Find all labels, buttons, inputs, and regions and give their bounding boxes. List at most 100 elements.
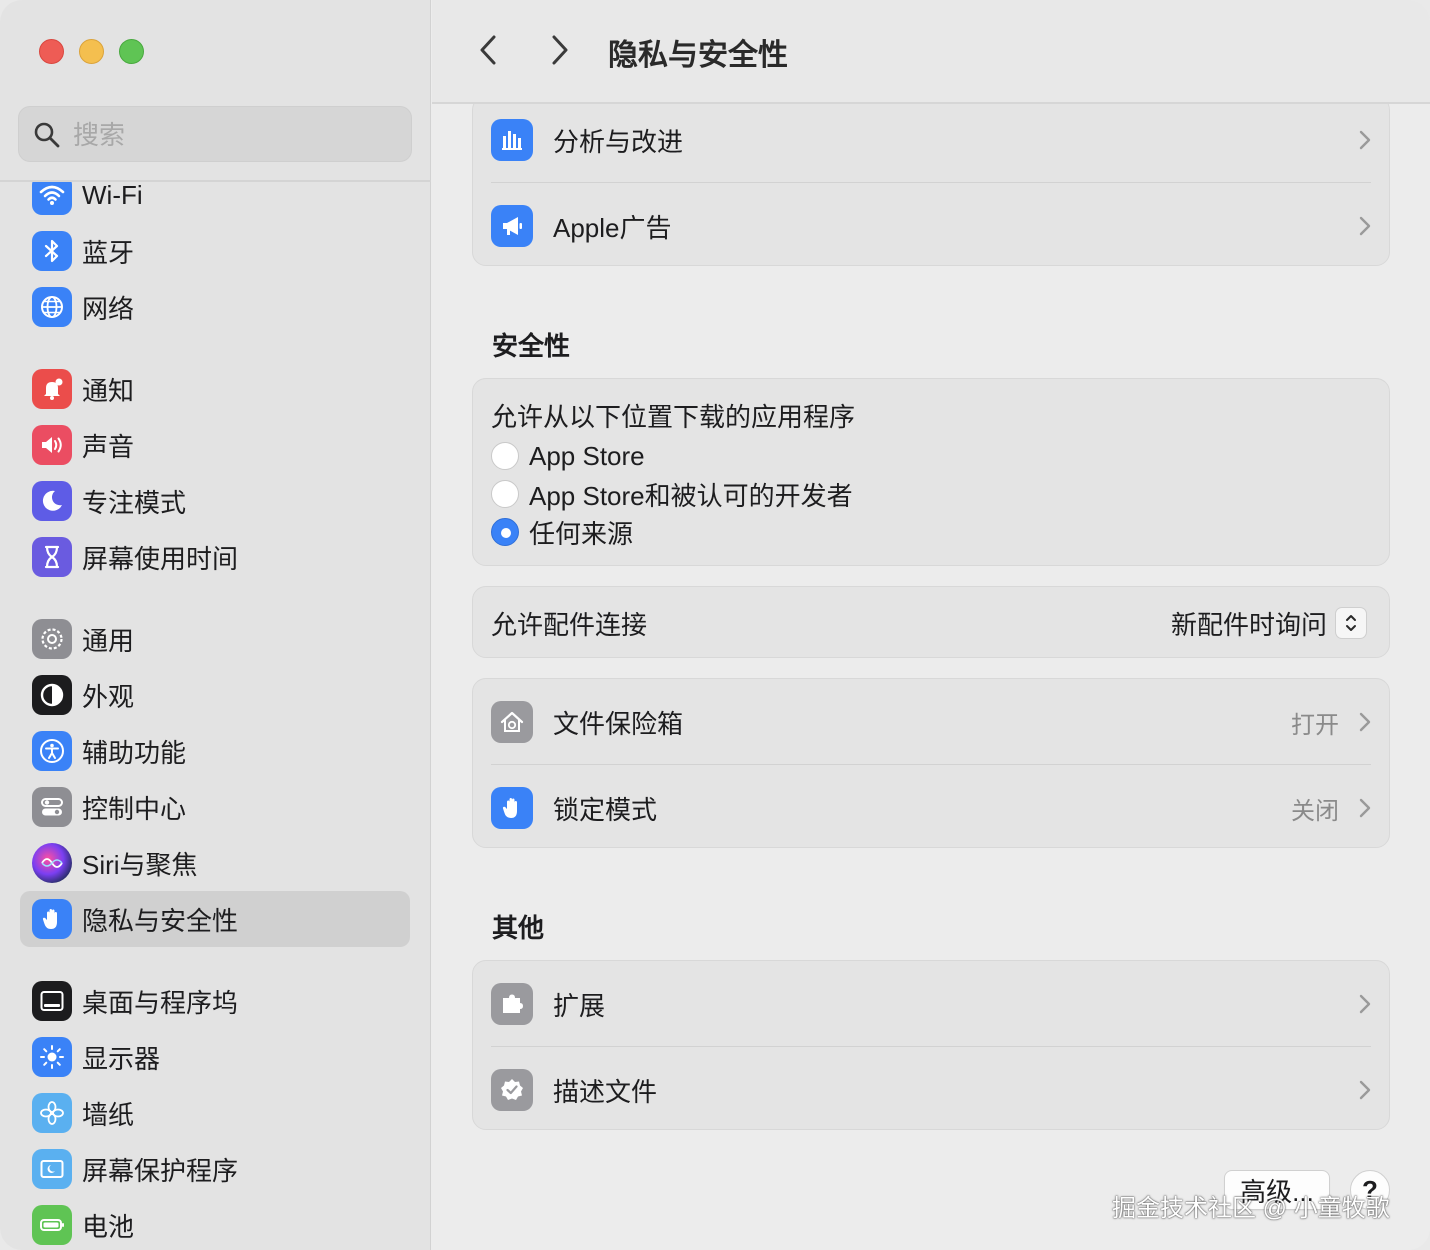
privacy-card: 分析与改进 Apple广告 bbox=[472, 96, 1390, 266]
search-input[interactable] bbox=[73, 115, 403, 155]
accessories-row: 允许配件连接 新配件时询问 bbox=[473, 587, 1391, 659]
accessories-card: 允许配件连接 新配件时询问 bbox=[472, 586, 1390, 658]
row-label: 分析与改进 bbox=[553, 126, 684, 157]
sun-icon bbox=[32, 1037, 72, 1077]
sidebar-item-displays[interactable]: 显示器 bbox=[20, 1029, 410, 1085]
globe-icon bbox=[32, 287, 72, 327]
gear-icon bbox=[32, 619, 72, 659]
flower-icon bbox=[32, 1093, 72, 1133]
back-button[interactable] bbox=[468, 28, 508, 72]
chevron-right-icon bbox=[1359, 712, 1371, 732]
sidebar-item-siri[interactable]: Siri与聚焦 bbox=[20, 835, 410, 891]
sidebar-item-accessibility[interactable]: 辅助功能 bbox=[20, 723, 410, 779]
hand-icon bbox=[491, 787, 533, 829]
radio-button[interactable] bbox=[491, 442, 519, 470]
house-safe-icon bbox=[491, 701, 533, 743]
dock-icon bbox=[32, 981, 72, 1021]
sidebar-item-label: Wi-Fi bbox=[82, 182, 143, 210]
sidebar-item-appearance[interactable]: 外观 bbox=[20, 667, 410, 723]
appearance-icon bbox=[32, 675, 72, 715]
sidebar-item-battery[interactable]: 电池 bbox=[20, 1197, 410, 1250]
chevron-up-down-icon bbox=[1346, 615, 1356, 631]
sidebar-item-notifications[interactable]: 通知 bbox=[20, 361, 410, 417]
radio-app-store-developers[interactable]: App Store和被认可的开发者 bbox=[491, 477, 853, 511]
sidebar-item-label: 专注模式 bbox=[82, 487, 187, 518]
row-label: 文件保险箱 bbox=[553, 708, 684, 739]
radio-anywhere[interactable]: 任何来源 bbox=[491, 515, 633, 549]
lockdown-status: 关闭 bbox=[1291, 797, 1339, 825]
search-icon bbox=[34, 122, 60, 148]
app-download-card: 允许从以下位置下载的应用程序 App Store App Store和被认可的开… bbox=[472, 378, 1390, 566]
chevron-right-icon bbox=[552, 35, 568, 65]
sidebar-item-label: 控制中心 bbox=[82, 793, 187, 824]
chevron-right-icon bbox=[1359, 130, 1371, 150]
sidebar-item-bluetooth[interactable]: 蓝牙 bbox=[20, 223, 410, 279]
toggles-icon bbox=[32, 787, 72, 827]
bell-icon bbox=[32, 369, 72, 409]
puzzle-icon bbox=[491, 983, 533, 1025]
other-section-title: 其他 bbox=[492, 913, 545, 943]
sidebar-item-label: 墙纸 bbox=[82, 1099, 135, 1130]
minimize-window-button[interactable] bbox=[79, 39, 104, 64]
radio-label: App Store bbox=[529, 440, 645, 471]
accessories-label: 允许配件连接 bbox=[491, 609, 648, 640]
sidebar-item-label: 显示器 bbox=[82, 1043, 161, 1074]
sidebar-item-wifi[interactable]: Wi-Fi bbox=[20, 182, 410, 223]
siri-icon bbox=[32, 843, 72, 883]
accessories-popup-button[interactable] bbox=[1335, 607, 1367, 639]
sidebar-item-sound[interactable]: 声音 bbox=[20, 417, 410, 473]
sidebar-item-general[interactable]: 通用 bbox=[20, 611, 410, 667]
page-title: 隐私与安全性 bbox=[608, 39, 788, 72]
radio-app-store[interactable]: App Store bbox=[491, 439, 645, 473]
radio-button-selected[interactable] bbox=[491, 518, 519, 546]
megaphone-icon bbox=[491, 205, 533, 247]
radio-button[interactable] bbox=[491, 480, 519, 508]
bar-chart-icon bbox=[491, 119, 533, 161]
row-label: Apple广告 bbox=[553, 212, 672, 243]
sidebar-item-label: 网络 bbox=[82, 293, 135, 324]
moon-icon bbox=[32, 481, 72, 521]
search-field[interactable] bbox=[18, 106, 412, 162]
bluetooth-icon bbox=[32, 231, 72, 271]
checkmark-seal-icon bbox=[491, 1069, 533, 1111]
sidebar-item-focus[interactable]: 专注模式 bbox=[20, 473, 410, 529]
watermark: 掘金技术社区 @ 小童牧歌 bbox=[1112, 1195, 1390, 1222]
sidebar-item-screen-time[interactable]: 屏幕使用时间 bbox=[20, 529, 410, 585]
wifi-icon bbox=[32, 182, 72, 215]
extensions-row[interactable]: 扩展 bbox=[473, 961, 1391, 1047]
speaker-icon bbox=[32, 425, 72, 465]
sidebar-item-screensaver[interactable]: 屏幕保护程序 bbox=[20, 1141, 410, 1197]
sidebar-item-label: 屏幕保护程序 bbox=[82, 1155, 239, 1186]
row-label: 描述文件 bbox=[553, 1076, 658, 1107]
apple-ads-row[interactable]: Apple广告 bbox=[473, 183, 1391, 269]
chevron-right-icon bbox=[1359, 994, 1371, 1014]
accessibility-icon bbox=[32, 731, 72, 771]
security-features-card: 文件保险箱 打开 锁定模式 关闭 bbox=[472, 678, 1390, 848]
forward-button[interactable] bbox=[540, 28, 580, 72]
sidebar-item-privacy-security[interactable]: 隐私与安全性 bbox=[20, 891, 410, 947]
security-section-title: 安全性 bbox=[492, 331, 571, 361]
toolbar: 隐私与安全性 bbox=[432, 0, 1430, 104]
accessories-popup-value[interactable]: 新配件时询问 bbox=[1171, 605, 1327, 642]
radio-label: App Store和被认可的开发者 bbox=[529, 480, 853, 511]
lockdown-mode-row[interactable]: 锁定模式 关闭 bbox=[473, 765, 1391, 851]
filevault-row[interactable]: 文件保险箱 打开 bbox=[473, 679, 1391, 765]
analytics-row[interactable]: 分析与改进 bbox=[473, 97, 1391, 183]
screensaver-icon bbox=[32, 1149, 72, 1189]
battery-icon bbox=[32, 1205, 72, 1245]
sidebar-list[interactable]: Wi-Fi 蓝牙 网络 通知 声音 专注模式 屏幕使用时间 通用 外观 辅助功能… bbox=[0, 182, 431, 1250]
chevron-left-icon bbox=[480, 35, 496, 65]
profiles-row[interactable]: 描述文件 bbox=[473, 1047, 1391, 1133]
zoom-window-button[interactable] bbox=[119, 39, 144, 64]
download-source-heading: 允许从以下位置下载的应用程序 bbox=[491, 402, 856, 432]
sidebar-item-network[interactable]: 网络 bbox=[20, 279, 410, 335]
sidebar-item-wallpaper[interactable]: 墙纸 bbox=[20, 1085, 410, 1141]
main-content: 隐私与安全性 分析与改进 Apple广告 安全性 允许从以下位置下载的应用程序 … bbox=[432, 0, 1430, 1250]
sidebar-item-desktop-dock[interactable]: 桌面与程序坞 bbox=[20, 973, 410, 1029]
hand-icon bbox=[32, 899, 72, 939]
sidebar-item-control-center[interactable]: 控制中心 bbox=[20, 779, 410, 835]
radio-label: 任何来源 bbox=[529, 518, 634, 549]
sidebar-item-label: 屏幕使用时间 bbox=[82, 543, 239, 574]
sidebar-item-label: 辅助功能 bbox=[82, 737, 187, 768]
close-window-button[interactable] bbox=[39, 39, 64, 64]
